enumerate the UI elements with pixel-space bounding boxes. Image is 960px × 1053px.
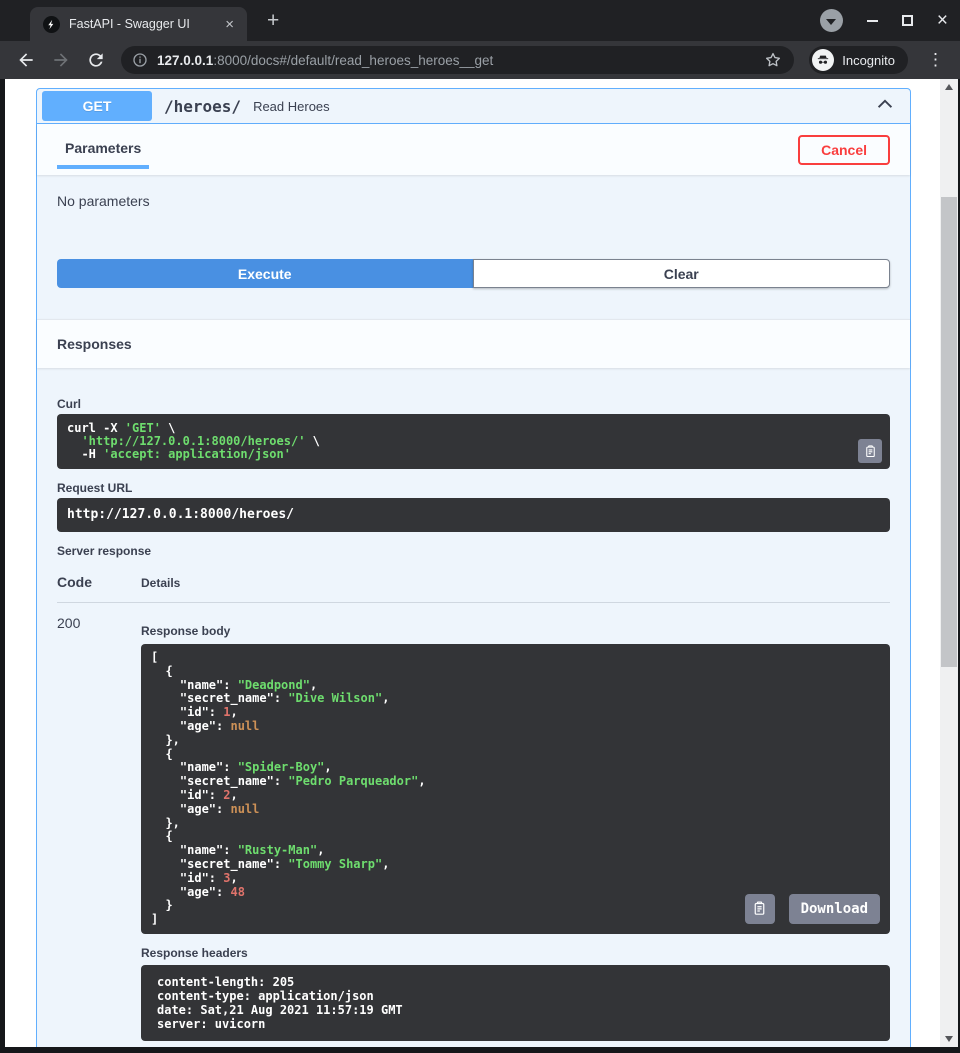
browser-toolbar: 127.0.0.1:8000/docs#/default/read_heroes…: [0, 41, 960, 79]
request-url-label: Request URL: [57, 481, 890, 495]
url-text: 127.0.0.1:8000/docs#/default/read_heroes…: [157, 53, 755, 68]
copy-response-button[interactable]: [745, 894, 775, 924]
response-body-block: [ { "name": "Deadpond", "secret_name": "…: [141, 644, 890, 934]
triangle-up-icon: [945, 84, 953, 90]
scrollbar-thumb[interactable]: [941, 197, 957, 667]
swagger-page: GET /heroes/ Read Heroes Parameters Canc…: [5, 79, 940, 1047]
scroll-down-button[interactable]: [940, 1031, 958, 1047]
request-url-block: http://127.0.0.1:8000/heroes/: [57, 498, 890, 532]
endpoint-path: /heroes/: [164, 97, 241, 116]
vertical-scrollbar[interactable]: [940, 79, 958, 1047]
tab-search-button[interactable]: [820, 9, 843, 32]
response-details-cell: Response body [ { "name": "Deadpond", "s…: [141, 603, 890, 1041]
clear-button[interactable]: Clear: [473, 259, 891, 288]
no-parameters-text: No parameters: [57, 193, 890, 209]
browser-tab[interactable]: FastAPI - Swagger UI ×: [30, 7, 247, 41]
response-headers-label: Response headers: [141, 946, 890, 960]
server-response-label: Server response: [57, 544, 890, 558]
http-method-badge: GET: [42, 91, 152, 121]
page-content: GET /heroes/ Read Heroes Parameters Canc…: [5, 79, 958, 1047]
execute-button[interactable]: Execute: [57, 259, 473, 288]
details-column-header: Details: [141, 574, 890, 590]
cancel-button[interactable]: Cancel: [798, 135, 890, 165]
response-headers-block: content-length: 205content-type: applica…: [141, 965, 890, 1041]
minimize-button[interactable]: [867, 20, 878, 22]
responses-title: Responses: [57, 336, 132, 352]
window-close-button[interactable]: ×: [937, 11, 948, 30]
parameters-body: No parameters: [37, 175, 910, 209]
responses-body: Curl curl -X 'GET' \ 'http://127.0.0.1:8…: [37, 368, 910, 1047]
caret-down-icon: [826, 19, 836, 25]
back-button[interactable]: [16, 50, 36, 70]
browser-window: FastAPI - Swagger UI × + × 127.0.0.1:800…: [0, 0, 960, 1053]
clipboard-icon: [863, 444, 878, 459]
copy-curl-button[interactable]: [858, 439, 882, 463]
forward-button[interactable]: [51, 50, 71, 70]
parameters-tab: Parameters: [57, 130, 149, 169]
scroll-up-button[interactable]: [940, 79, 958, 95]
curl-label: Curl: [57, 397, 890, 411]
download-button[interactable]: Download: [789, 894, 880, 924]
reload-button[interactable]: [86, 50, 106, 70]
opblock-summary[interactable]: GET /heroes/ Read Heroes: [37, 89, 910, 124]
address-bar[interactable]: 127.0.0.1:8000/docs#/default/read_heroes…: [121, 46, 794, 74]
browser-menu-button[interactable]: ⋮: [923, 50, 948, 70]
url-path: :8000/docs#/default/read_heroes_heroes__…: [213, 53, 493, 68]
fastapi-favicon-icon: [43, 16, 60, 33]
tab-strip: FastAPI - Swagger UI × + ×: [0, 0, 960, 41]
incognito-icon: [812, 49, 834, 71]
window-controls: ×: [820, 0, 948, 41]
chevron-up-icon: [875, 96, 895, 112]
response-body-label: Response body: [141, 624, 890, 638]
clipboard-icon: [751, 900, 768, 917]
tab-close-icon[interactable]: ×: [220, 15, 239, 34]
code-column-header: Code: [57, 574, 141, 590]
status-code: 200: [57, 603, 141, 1041]
curl-command-block: curl -X 'GET' \ 'http://127.0.0.1:8000/h…: [57, 414, 890, 469]
opblock-get-heroes: GET /heroes/ Read Heroes Parameters Canc…: [36, 88, 911, 1047]
site-info-icon[interactable]: [132, 52, 148, 68]
triangle-down-icon: [945, 1036, 953, 1042]
parameters-header: Parameters Cancel: [37, 124, 910, 175]
server-response-table: Code Details 200 Response body [ { "name…: [57, 574, 890, 1041]
incognito-badge: Incognito: [809, 46, 908, 74]
incognito-label: Incognito: [842, 53, 895, 68]
bookmark-star-icon[interactable]: [764, 51, 782, 69]
maximize-button[interactable]: [902, 15, 913, 26]
new-tab-button[interactable]: +: [261, 9, 285, 33]
tab-title: FastAPI - Swagger UI: [69, 17, 220, 31]
responses-header: Responses: [37, 319, 910, 368]
execute-row: Execute Clear: [57, 259, 890, 288]
endpoint-summary: Read Heroes: [253, 99, 865, 114]
collapse-button[interactable]: [865, 92, 905, 121]
response-body-actions: Download: [745, 894, 880, 924]
url-host: 127.0.0.1: [157, 53, 213, 68]
